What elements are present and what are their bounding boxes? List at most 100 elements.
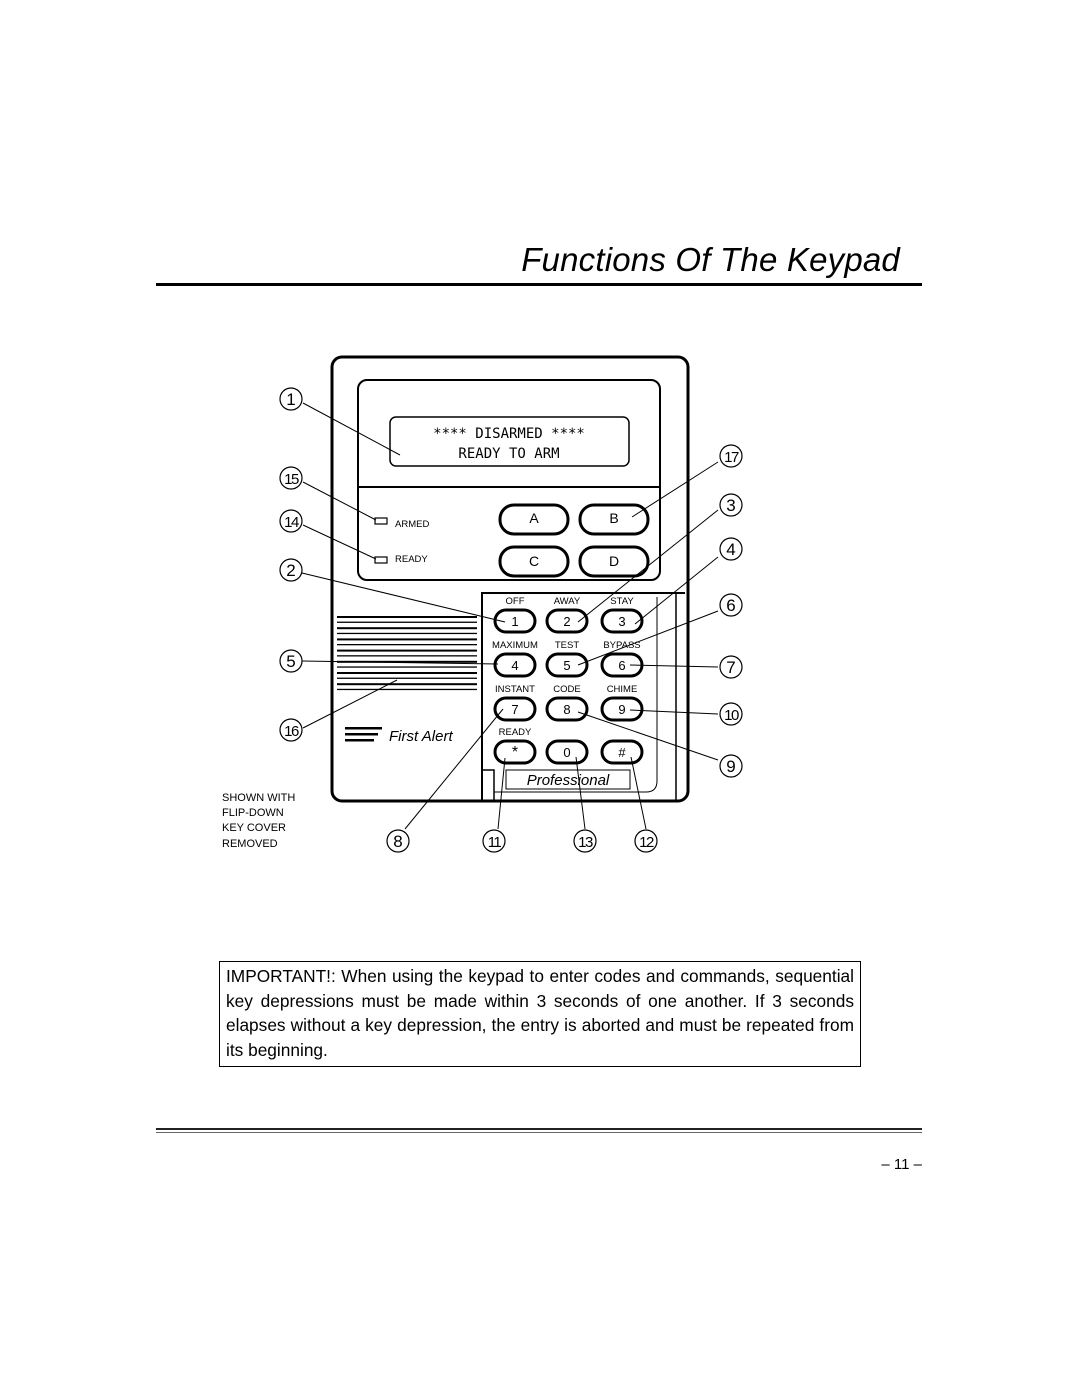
key-a-label: A	[529, 510, 539, 526]
key-b-label: B	[609, 510, 618, 526]
callout-number: 7	[726, 658, 735, 677]
lcd-line-1: **** DISARMED ****	[433, 426, 585, 442]
callout-2: 2	[279, 558, 303, 582]
callout-number: 12	[639, 834, 654, 851]
callout-number: 16	[284, 723, 299, 740]
armed-label: ARMED	[395, 519, 429, 530]
key-label: 5	[563, 658, 570, 673]
armed-led-icon	[374, 517, 388, 525]
key-label: 0	[563, 745, 570, 760]
model-label: Professional	[527, 772, 610, 789]
callout-6: 6	[719, 593, 743, 617]
key-c-label: C	[529, 553, 539, 569]
callout-number: 1	[286, 390, 295, 409]
callout-number: 14	[284, 514, 299, 531]
callout-number: 17	[724, 449, 739, 466]
footer-rule-thin	[156, 1132, 922, 1133]
key-d-label: D	[609, 553, 619, 569]
key-b[interactable]: B	[578, 503, 650, 536]
callout-4: 4	[719, 537, 743, 561]
key-caption: READY	[499, 727, 532, 738]
note-line-4: REMOVED	[222, 838, 278, 850]
footer-rule	[156, 1128, 922, 1130]
grille-line	[337, 677, 477, 679]
callout-number: 3	[726, 496, 735, 515]
callout-15: 15	[279, 466, 303, 490]
key-7[interactable]: 7 INSTANT	[493, 684, 537, 722]
callout-16: 16	[279, 718, 303, 742]
key-caption: CHIME	[607, 684, 638, 695]
key-9[interactable]: 9 CHIME	[600, 684, 644, 722]
grille-line	[337, 683, 477, 686]
key-label: *	[512, 744, 518, 761]
key-caption: AWAY	[554, 596, 581, 607]
key-label: #	[618, 745, 626, 760]
key-label: 4	[511, 658, 518, 673]
ready-led-icon	[374, 556, 388, 564]
callout-number: 9	[726, 757, 735, 776]
key-a[interactable]: A	[498, 503, 570, 536]
callout-number: 15	[284, 471, 299, 488]
grille-line	[337, 672, 477, 674]
callout-number: 6	[726, 596, 735, 615]
key-caption: INSTANT	[495, 684, 535, 695]
grille-line	[337, 666, 477, 668]
key-label: 3	[618, 614, 625, 629]
callout-11: 11	[482, 829, 506, 853]
callout-number: 5	[286, 652, 295, 671]
callout-number: 13	[578, 834, 593, 851]
callout-number: 11	[488, 834, 502, 851]
key-label: 9	[618, 702, 625, 717]
callout-13: 13	[573, 829, 597, 853]
grille-line	[337, 688, 477, 691]
grille-line	[337, 616, 477, 618]
grille-line	[337, 644, 477, 646]
callout-number: 8	[393, 832, 402, 851]
key-caption: OFF	[506, 596, 525, 607]
key-caption: CODE	[553, 684, 580, 695]
grille-line	[337, 649, 477, 652]
key-label: 2	[563, 614, 570, 629]
callout-3: 3	[719, 493, 743, 517]
grille-line	[337, 621, 477, 623]
note-line-2: FLIP-DOWN	[222, 807, 284, 819]
callout-9: 9	[719, 754, 743, 778]
key-label: 6	[618, 658, 625, 673]
callout-1: 1	[279, 387, 303, 411]
callout-7: 7	[719, 655, 743, 679]
callout-12: 12	[634, 829, 658, 853]
grille-line	[337, 638, 477, 641]
diagram-note: SHOWN WITH FLIP-DOWN KEY COVER REMOVED	[222, 792, 295, 850]
key-star[interactable]: * READY	[493, 727, 537, 765]
key-0[interactable]: 0	[545, 739, 589, 765]
key-label: 1	[511, 614, 518, 629]
ready-label: READY	[395, 554, 428, 565]
lcd-line-2: READY TO ARM	[458, 446, 559, 462]
callout-number: 2	[286, 561, 295, 580]
important-notice: IMPORTANT!: When using the keypad to ent…	[219, 961, 861, 1067]
key-caption: MAXIMUM	[492, 640, 538, 651]
brand-name: First Alert	[389, 728, 453, 745]
callout-8: 8	[386, 829, 410, 853]
key-caption: TEST	[555, 640, 579, 651]
note-line-1: SHOWN WITH	[222, 792, 295, 804]
key-d[interactable]: D	[578, 545, 650, 578]
grille-line	[337, 627, 477, 630]
key-4[interactable]: 4 MAXIMUM	[492, 640, 538, 678]
key-6[interactable]: 6 BYPASS	[600, 640, 644, 678]
callout-14: 14	[279, 509, 303, 533]
key-hash[interactable]: #	[600, 739, 644, 765]
keypad-diagram: **** DISARMED **** READY TO ARM ARMED RE…	[222, 355, 743, 853]
key-caption: BYPASS	[603, 640, 640, 651]
grille-line	[337, 655, 477, 657]
note-line-3: KEY COVER	[222, 822, 286, 834]
callout-number: 10	[724, 707, 739, 724]
key-label: 8	[563, 702, 570, 717]
callout-17: 17	[719, 444, 743, 468]
callout-5: 5	[279, 649, 303, 673]
page-number: – 11 –	[881, 1156, 922, 1173]
key-c[interactable]: C	[498, 545, 570, 578]
callout-number: 4	[726, 540, 735, 559]
grille-line	[337, 632, 477, 635]
key-label: 7	[511, 702, 518, 717]
